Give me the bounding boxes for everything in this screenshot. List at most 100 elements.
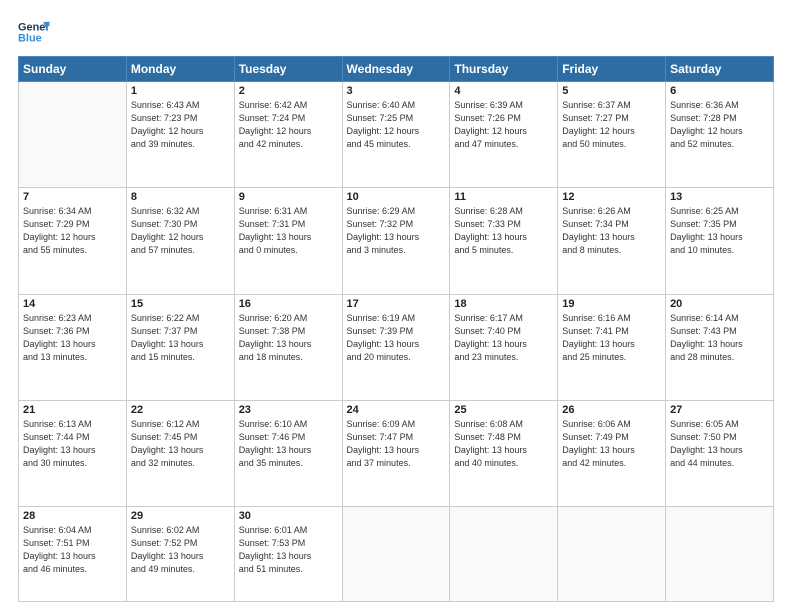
day-number: 21 bbox=[23, 404, 122, 416]
day-number: 23 bbox=[239, 404, 338, 416]
calendar-cell: 20 Sunrise: 6:14 AMSunset: 7:43 PMDayligh… bbox=[666, 294, 774, 400]
calendar-cell: 7 Sunrise: 6:34 AMSunset: 7:29 PMDaylight… bbox=[19, 188, 127, 294]
calendar-cell: 1 Sunrise: 6:43 AMSunset: 7:23 PMDaylight… bbox=[126, 82, 234, 188]
calendar-cell: 12 Sunrise: 6:26 AMSunset: 7:34 PMDayligh… bbox=[558, 188, 666, 294]
day-number: 6 bbox=[670, 85, 769, 97]
day-info: Sunrise: 6:14 AMSunset: 7:43 PMDaylight:… bbox=[670, 312, 769, 364]
day-info: Sunrise: 6:23 AMSunset: 7:36 PMDaylight:… bbox=[23, 312, 122, 364]
calendar-cell: 14 Sunrise: 6:23 AMSunset: 7:36 PMDayligh… bbox=[19, 294, 127, 400]
day-info: Sunrise: 6:13 AMSunset: 7:44 PMDaylight:… bbox=[23, 418, 122, 470]
day-info: Sunrise: 6:01 AMSunset: 7:53 PMDaylight:… bbox=[239, 524, 338, 576]
weekday-header-thursday: Thursday bbox=[450, 57, 558, 82]
calendar-cell: 27 Sunrise: 6:05 AMSunset: 7:50 PMDayligh… bbox=[666, 400, 774, 506]
page: General Blue SundayMondayTuesdayWednesda… bbox=[0, 0, 792, 612]
calendar-cell: 8Sunrise: 6:32 AMSunset: 7:30 PMDaylight… bbox=[126, 188, 234, 294]
calendar-cell: 30 Sunrise: 6:01 AMSunset: 7:53 PMDayligh… bbox=[234, 507, 342, 602]
calendar-cell: 23 Sunrise: 6:10 AMSunset: 7:46 PMDayligh… bbox=[234, 400, 342, 506]
day-number: 13 bbox=[670, 191, 769, 203]
day-number: 8 bbox=[131, 191, 230, 203]
day-info: Sunrise: 6:09 AMSunset: 7:47 PMDaylight:… bbox=[347, 418, 446, 470]
day-number: 18 bbox=[454, 298, 553, 310]
weekday-header-monday: Monday bbox=[126, 57, 234, 82]
day-info: Sunrise: 6:05 AMSunset: 7:50 PMDaylight:… bbox=[670, 418, 769, 470]
calendar-cell: 15 Sunrise: 6:22 AMSunset: 7:37 PMDayligh… bbox=[126, 294, 234, 400]
day-info: Sunrise: 6:40 AMSunset: 7:25 PMDaylight:… bbox=[347, 99, 446, 151]
calendar-cell: 18 Sunrise: 6:17 AMSunset: 7:40 PMDayligh… bbox=[450, 294, 558, 400]
calendar-cell: 24 Sunrise: 6:09 AMSunset: 7:47 PMDayligh… bbox=[342, 400, 450, 506]
day-info: Sunrise: 6:43 AMSunset: 7:23 PMDaylight:… bbox=[131, 99, 230, 151]
day-info: Sunrise: 6:12 AMSunset: 7:45 PMDaylight:… bbox=[131, 418, 230, 470]
weekday-header-sunday: Sunday bbox=[19, 57, 127, 82]
day-number: 10 bbox=[347, 191, 446, 203]
day-number: 17 bbox=[347, 298, 446, 310]
calendar-cell: 3 Sunrise: 6:40 AMSunset: 7:25 PMDaylight… bbox=[342, 82, 450, 188]
day-info: Sunrise: 6:28 AMSunset: 7:33 PMDaylight:… bbox=[454, 205, 553, 257]
day-number: 22 bbox=[131, 404, 230, 416]
day-info: Sunrise: 6:31 AMSunset: 7:31 PMDaylight:… bbox=[239, 205, 338, 257]
day-info: Sunrise: 6:22 AMSunset: 7:37 PMDaylight:… bbox=[131, 312, 230, 364]
day-info: Sunrise: 6:26 AMSunset: 7:34 PMDaylight:… bbox=[562, 205, 661, 257]
day-number: 30 bbox=[239, 510, 338, 522]
calendar-cell: 2Sunrise: 6:42 AMSunset: 7:24 PMDaylight… bbox=[234, 82, 342, 188]
day-info: Sunrise: 6:34 AMSunset: 7:29 PMDaylight:… bbox=[23, 205, 122, 257]
weekday-header-wednesday: Wednesday bbox=[342, 57, 450, 82]
day-info: Sunrise: 6:20 AMSunset: 7:38 PMDaylight:… bbox=[239, 312, 338, 364]
day-number: 19 bbox=[562, 298, 661, 310]
day-number: 5 bbox=[562, 85, 661, 97]
day-number: 20 bbox=[670, 298, 769, 310]
day-info: Sunrise: 6:42 AMSunset: 7:24 PMDaylight:… bbox=[239, 99, 338, 151]
calendar-cell: 25 Sunrise: 6:08 AMSunset: 7:48 PMDayligh… bbox=[450, 400, 558, 506]
day-number: 26 bbox=[562, 404, 661, 416]
day-number: 3 bbox=[347, 85, 446, 97]
calendar-cell: 19 Sunrise: 6:16 AMSunset: 7:41 PMDayligh… bbox=[558, 294, 666, 400]
calendar-cell: 4 Sunrise: 6:39 AMSunset: 7:26 PMDaylight… bbox=[450, 82, 558, 188]
day-info: Sunrise: 6:39 AMSunset: 7:26 PMDaylight:… bbox=[454, 99, 553, 151]
day-number: 4 bbox=[454, 85, 553, 97]
calendar-cell: 22 Sunrise: 6:12 AMSunset: 7:45 PMDayligh… bbox=[126, 400, 234, 506]
calendar-cell: 5 Sunrise: 6:37 AMSunset: 7:27 PMDaylight… bbox=[558, 82, 666, 188]
logo-icon: General Blue bbox=[18, 18, 50, 46]
calendar-cell: 16 Sunrise: 6:20 AMSunset: 7:38 PMDayligh… bbox=[234, 294, 342, 400]
calendar-cell bbox=[450, 507, 558, 602]
week-row-1: 1 Sunrise: 6:43 AMSunset: 7:23 PMDaylight… bbox=[19, 82, 774, 188]
day-info: Sunrise: 6:37 AMSunset: 7:27 PMDaylight:… bbox=[562, 99, 661, 151]
day-number: 12 bbox=[562, 191, 661, 203]
day-number: 14 bbox=[23, 298, 122, 310]
weekday-header-friday: Friday bbox=[558, 57, 666, 82]
header: General Blue bbox=[18, 18, 774, 46]
svg-text:Blue: Blue bbox=[18, 32, 42, 44]
weekday-header-row: SundayMondayTuesdayWednesdayThursdayFrid… bbox=[19, 57, 774, 82]
calendar-cell: 26Sunrise: 6:06 AMSunset: 7:49 PMDayligh… bbox=[558, 400, 666, 506]
calendar-table: SundayMondayTuesdayWednesdayThursdayFrid… bbox=[18, 56, 774, 602]
day-info: Sunrise: 6:19 AMSunset: 7:39 PMDaylight:… bbox=[347, 312, 446, 364]
day-number: 9 bbox=[239, 191, 338, 203]
day-number: 28 bbox=[23, 510, 122, 522]
week-row-4: 21 Sunrise: 6:13 AMSunset: 7:44 PMDayligh… bbox=[19, 400, 774, 506]
day-info: Sunrise: 6:36 AMSunset: 7:28 PMDaylight:… bbox=[670, 99, 769, 151]
calendar-cell: 28 Sunrise: 6:04 AMSunset: 7:51 PMDayligh… bbox=[19, 507, 127, 602]
day-number: 25 bbox=[454, 404, 553, 416]
day-info: Sunrise: 6:04 AMSunset: 7:51 PMDaylight:… bbox=[23, 524, 122, 576]
calendar-cell bbox=[342, 507, 450, 602]
weekday-header-saturday: Saturday bbox=[666, 57, 774, 82]
calendar-cell: 29Sunrise: 6:02 AMSunset: 7:52 PMDayligh… bbox=[126, 507, 234, 602]
day-info: Sunrise: 6:10 AMSunset: 7:46 PMDaylight:… bbox=[239, 418, 338, 470]
day-info: Sunrise: 6:17 AMSunset: 7:40 PMDaylight:… bbox=[454, 312, 553, 364]
week-row-3: 14 Sunrise: 6:23 AMSunset: 7:36 PMDayligh… bbox=[19, 294, 774, 400]
day-number: 1 bbox=[131, 85, 230, 97]
day-number: 24 bbox=[347, 404, 446, 416]
calendar-cell: 11Sunrise: 6:28 AMSunset: 7:33 PMDayligh… bbox=[450, 188, 558, 294]
calendar-cell: 21 Sunrise: 6:13 AMSunset: 7:44 PMDayligh… bbox=[19, 400, 127, 506]
day-info: Sunrise: 6:08 AMSunset: 7:48 PMDaylight:… bbox=[454, 418, 553, 470]
calendar-cell: 6 Sunrise: 6:36 AMSunset: 7:28 PMDaylight… bbox=[666, 82, 774, 188]
day-number: 16 bbox=[239, 298, 338, 310]
day-info: Sunrise: 6:16 AMSunset: 7:41 PMDaylight:… bbox=[562, 312, 661, 364]
calendar-cell bbox=[666, 507, 774, 602]
day-number: 27 bbox=[670, 404, 769, 416]
calendar-cell: 9 Sunrise: 6:31 AMSunset: 7:31 PMDaylight… bbox=[234, 188, 342, 294]
calendar-cell: 10Sunrise: 6:29 AMSunset: 7:32 PMDayligh… bbox=[342, 188, 450, 294]
calendar-cell bbox=[558, 507, 666, 602]
day-info: Sunrise: 6:25 AMSunset: 7:35 PMDaylight:… bbox=[670, 205, 769, 257]
day-number: 7 bbox=[23, 191, 122, 203]
day-number: 15 bbox=[131, 298, 230, 310]
